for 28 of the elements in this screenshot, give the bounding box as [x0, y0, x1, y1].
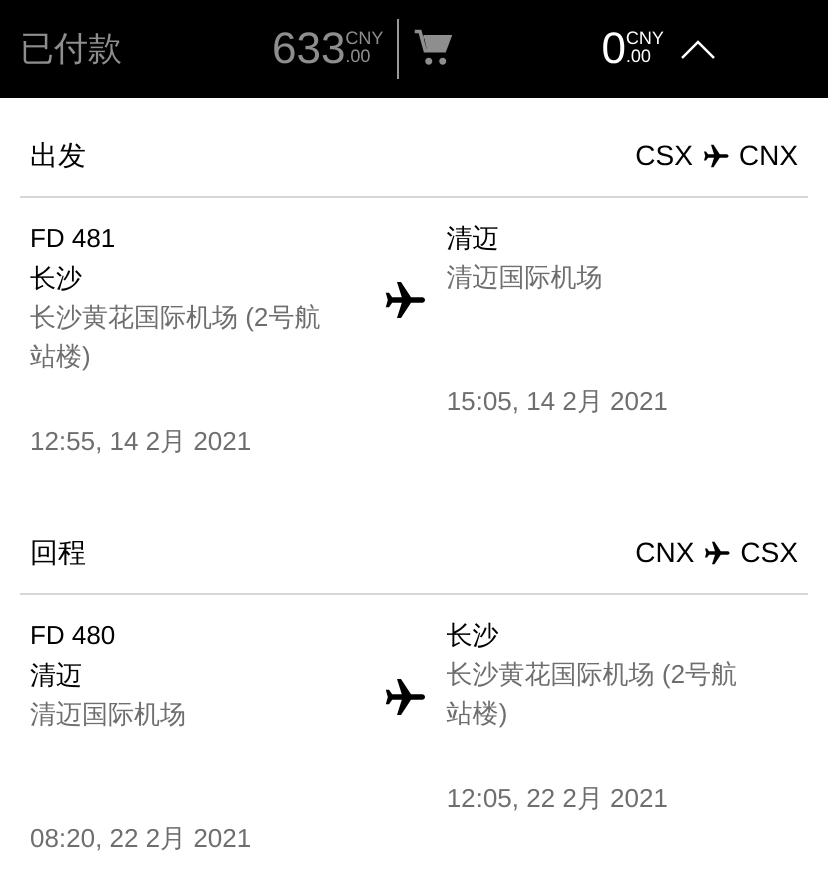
departure-airport: 长沙黄花国际机场 (2号航站楼) — [30, 301, 322, 373]
paid-amount: 633 — [272, 27, 346, 71]
departure-time: 12:55, 14 2月 2021 — [30, 425, 252, 458]
segment-heading: 出发 — [30, 139, 86, 173]
arrival-city: 清迈 — [446, 222, 499, 255]
due-amount: 0 — [601, 27, 626, 71]
arrival-airport: 长沙黄花国际机场 (2号航站楼) — [446, 658, 738, 730]
currency-label: CNY — [626, 29, 664, 47]
departure-city: 清迈 — [30, 659, 82, 692]
origin-code: CNX — [635, 536, 694, 570]
currency-label: CNY — [345, 29, 384, 47]
departure-time: 08:20, 22 2月 2021 — [30, 822, 252, 855]
header-title: 已付款 — [20, 29, 123, 70]
departure-airport: 清迈国际机场 — [30, 698, 187, 731]
segment-heading: 回程 — [30, 536, 86, 570]
arrival-time: 12:05, 22 2月 2021 — [446, 782, 668, 815]
chevron-up-icon[interactable] — [680, 38, 716, 60]
cents-label: .00 — [626, 47, 652, 65]
arrival-airport: 清迈国际机场 — [446, 261, 604, 294]
cents-label: .00 — [345, 47, 372, 65]
flight-number: FD 481 — [30, 222, 116, 255]
destination-code: CSX — [740, 536, 798, 570]
arrival-time: 15:05, 14 2月 2021 — [446, 385, 668, 418]
arrival-city: 长沙 — [446, 619, 499, 652]
origin-code: CSX — [635, 139, 693, 173]
destination-code: CNX — [738, 139, 798, 173]
flight-number: FD 480 — [30, 619, 116, 652]
departure-city: 长沙 — [30, 262, 82, 295]
